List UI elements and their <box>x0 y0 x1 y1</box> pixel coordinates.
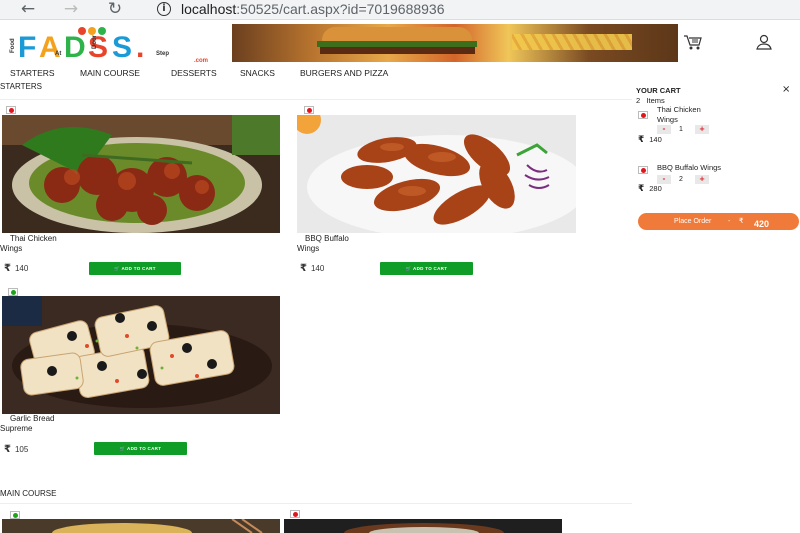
quantity-stepper: - 1 + <box>657 125 717 134</box>
cart-item-price: ₹140 <box>638 135 662 145</box>
svg-text:S: S <box>112 31 132 64</box>
menu-item-snacks[interactable]: SNACKS <box>240 66 275 80</box>
address-bar[interactable]: i localhost:50525/cart.aspx?id=701968893… <box>145 0 800 19</box>
svg-text:At: At <box>55 51 61 57</box>
product-name-line2: Wings <box>0 244 23 253</box>
site-header: F A D S S . Food At Door Step .com <box>0 20 800 65</box>
add-to-cart-button[interactable]: 🛒 ADD TO CART <box>380 262 473 275</box>
cart-title: YOUR CART <box>636 86 681 95</box>
product-image-main-course-2[interactable] <box>284 519 562 533</box>
product-image-bbq-buffalo-wings[interactable] <box>297 115 576 233</box>
section-divider <box>0 503 632 504</box>
svg-text:D: D <box>64 31 86 64</box>
svg-text:F: F <box>18 31 36 64</box>
forward-icon[interactable]: → <box>59 0 83 20</box>
url-text[interactable]: localhost:50525/cart.aspx?id=7019688936 <box>181 0 445 18</box>
cart-item-name: BBQ Buffalo Wings <box>657 163 722 172</box>
nonveg-indicator-icon <box>638 111 648 119</box>
decrease-qty-button[interactable]: - <box>657 175 671 184</box>
nonveg-indicator-icon <box>638 166 648 174</box>
product-name-line1: Garlic Bread <box>10 414 55 423</box>
veg-indicator-icon <box>10 511 20 519</box>
svg-text:Food: Food <box>10 38 16 53</box>
veg-indicator-icon <box>8 288 18 296</box>
product-name-line2: Supreme <box>0 424 33 433</box>
back-icon[interactable]: ← <box>16 0 40 20</box>
product-image-thai-chicken-wings[interactable] <box>2 115 280 233</box>
browser-toolbar: ← → ↻ i localhost:50525/cart.aspx?id=701… <box>0 0 800 20</box>
product-name-line2: Wings <box>297 244 320 253</box>
product-name-line1: Thai Chicken <box>10 234 57 243</box>
cart-panel: YOUR CART × 2 Items Thai Chicken Wings -… <box>632 84 800 244</box>
nonveg-indicator-icon <box>290 510 300 518</box>
reload-icon[interactable]: ↻ <box>103 0 127 20</box>
svg-text:.: . <box>136 31 144 64</box>
hero-banner-image <box>232 24 678 62</box>
section-title-starters: STARTERS <box>0 82 42 91</box>
cart-item-count: 2 Items <box>636 96 665 105</box>
decrease-qty-button[interactable]: - <box>657 125 671 134</box>
product-image-garlic-bread-supreme[interactable] <box>2 296 280 414</box>
site-logo[interactable]: F A D S S . Food At Door Step .com <box>8 25 224 65</box>
menu-item-desserts[interactable]: DESSERTS <box>171 66 217 80</box>
svg-text:.com: .com <box>194 58 208 64</box>
quantity-stepper: - 2 + <box>657 175 717 184</box>
svg-text:A: A <box>39 31 61 64</box>
product-price: ₹105 <box>4 444 29 455</box>
product-name-line1: BBQ Buffalo <box>305 234 349 243</box>
svg-text:S: S <box>88 31 108 64</box>
cart-total: 420 <box>754 219 770 229</box>
add-to-cart-button[interactable]: 🛒 ADD TO CART <box>89 262 181 275</box>
menu-item-starters[interactable]: STARTERS <box>10 66 55 80</box>
user-icon[interactable] <box>754 32 776 52</box>
section-divider <box>0 99 632 100</box>
cart-item-name-line2: Wings <box>657 115 678 124</box>
close-icon[interactable]: × <box>782 84 790 95</box>
increase-qty-button[interactable]: + <box>695 175 709 184</box>
nonveg-indicator-icon <box>304 106 314 114</box>
cart-item-price: ₹280 <box>638 184 662 194</box>
cart-item-name: Thai Chicken <box>657 105 701 114</box>
place-order-button[interactable]: Place Order - ₹ 420 <box>638 213 799 230</box>
quantity-value: 2 <box>679 176 683 183</box>
cart-icon[interactable] <box>682 32 704 52</box>
quantity-value: 1 <box>679 126 683 133</box>
menu-item-main-course[interactable]: MAIN COURSE <box>80 66 140 80</box>
svg-text:Step: Step <box>156 51 169 57</box>
product-image-main-course-1[interactable] <box>2 519 280 533</box>
add-to-cart-button[interactable]: 🛒 ADD TO CART <box>94 442 187 455</box>
product-price: ₹140 <box>300 263 325 274</box>
product-price: ₹140 <box>4 263 29 274</box>
increase-qty-button[interactable]: + <box>695 125 709 134</box>
menu-item-burgers-and-pizza[interactable]: BURGERS AND PIZZA <box>300 66 388 80</box>
svg-text:Door: Door <box>92 34 98 49</box>
info-icon[interactable]: i <box>157 2 171 16</box>
section-title-main-course: MAIN COURSE <box>0 489 57 498</box>
nonveg-indicator-icon <box>6 106 16 114</box>
